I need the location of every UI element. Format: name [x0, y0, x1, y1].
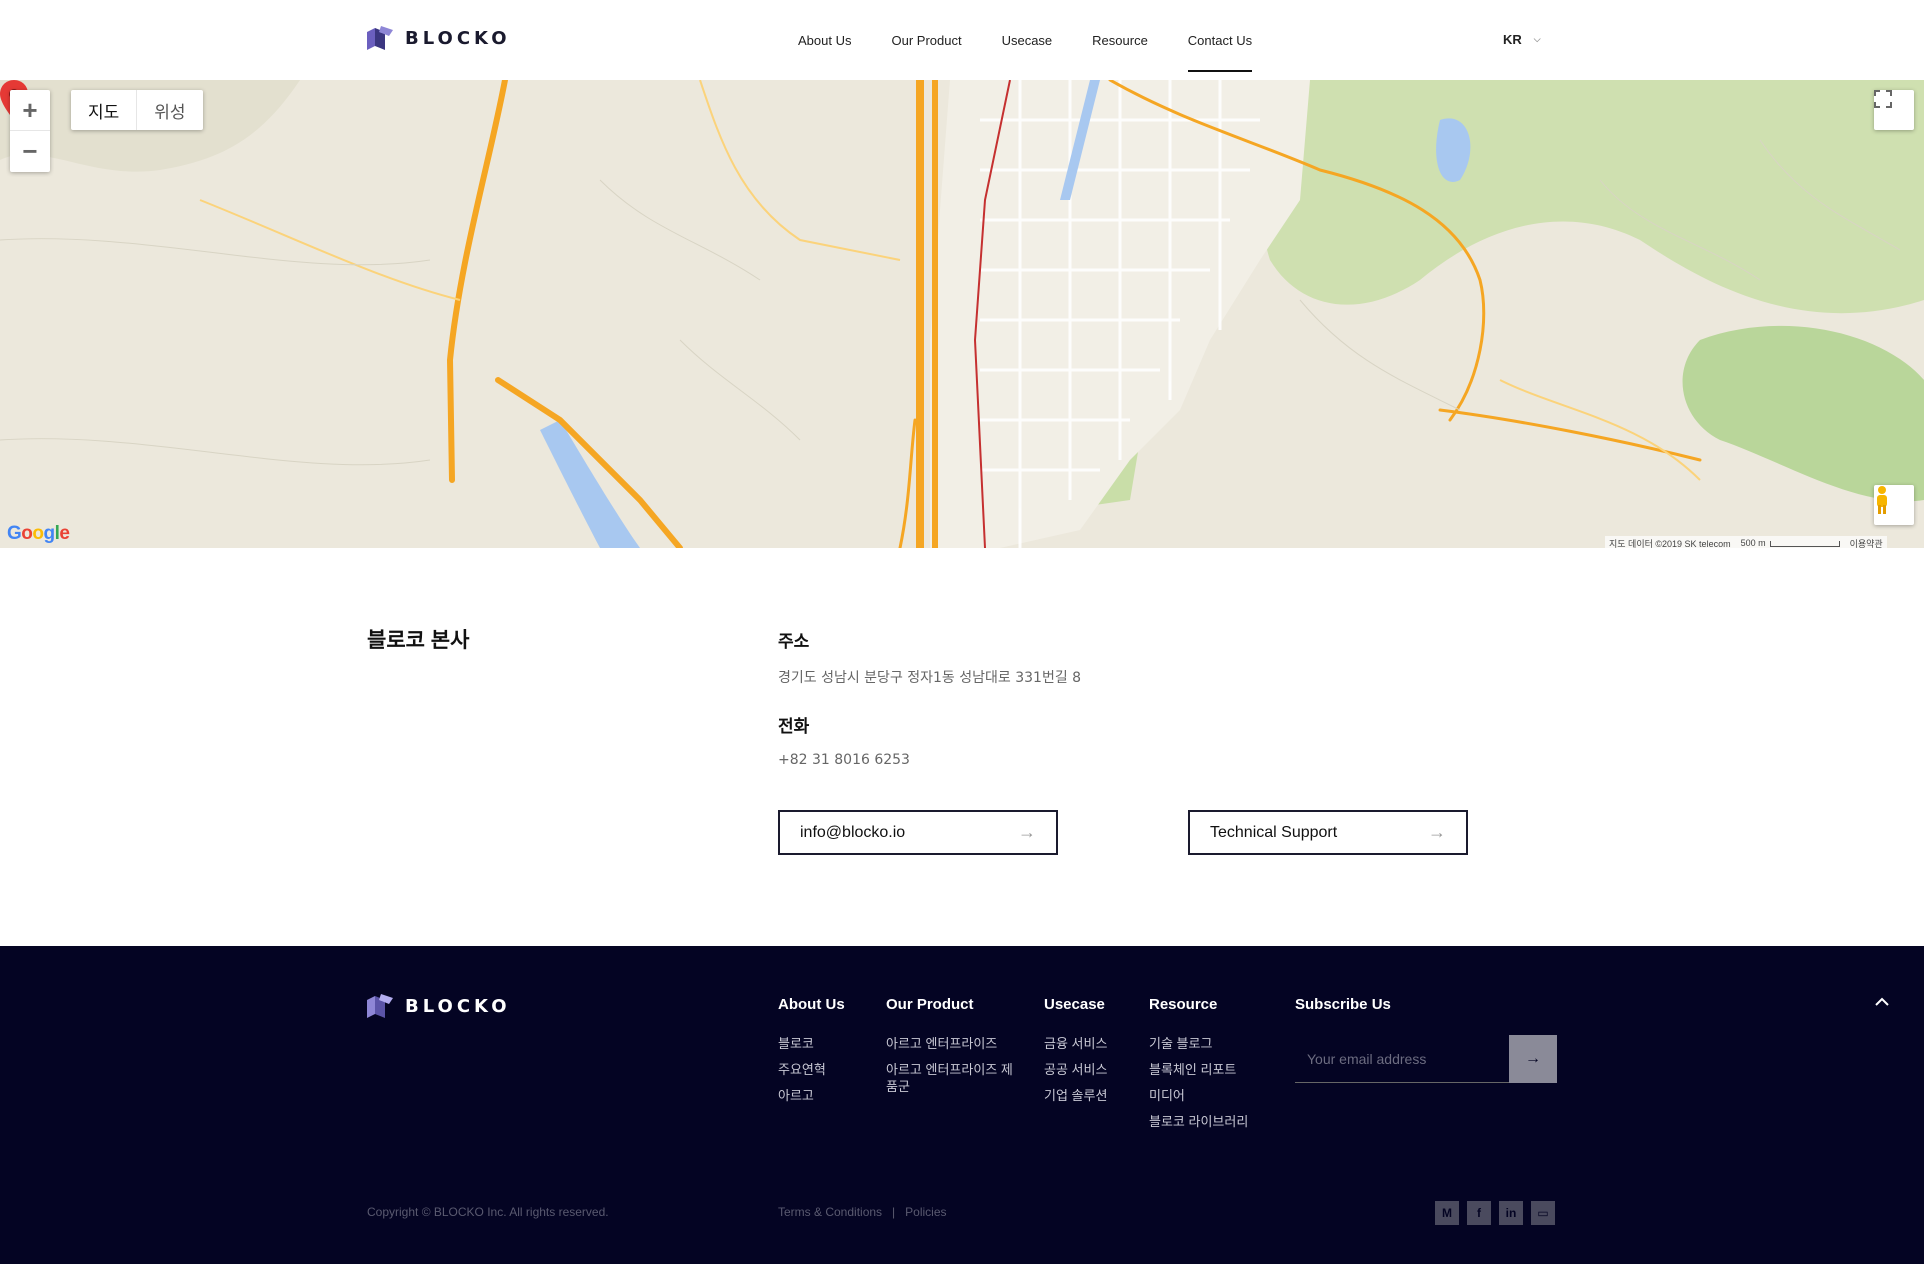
zoom-control: + − [10, 90, 50, 172]
blocko-logo-icon [367, 26, 393, 50]
map-type-map-button[interactable]: 지도 [71, 90, 136, 130]
arrow-right-icon: → [1525, 1050, 1541, 1067]
footer-link[interactable]: 블록체인 리포트 [1149, 1061, 1248, 1078]
map-scale: 500 m [1741, 538, 1840, 548]
terms-link[interactable]: Terms & Conditions [778, 1205, 882, 1219]
subscribe-title: Subscribe Us [1295, 996, 1391, 1013]
footer-col-resource: Resource 기술 블로그 블록체인 리포트 미디어 블로코 라이브러리 [1149, 996, 1248, 1139]
footer-link[interactable]: 기업 솔루션 [1044, 1087, 1107, 1104]
brand-logo[interactable]: BLOCKO [367, 26, 511, 50]
facebook-icon[interactable]: f [1467, 1201, 1491, 1225]
footer-brand-name: BLOCKO [405, 995, 511, 1017]
footer-col-title[interactable]: Usecase [1044, 996, 1107, 1013]
chevron-down-icon: ⌵ [1533, 34, 1541, 44]
phone-value: +82 31 8016 6253 [778, 752, 910, 768]
map-type-satellite-button[interactable]: 위성 [136, 90, 202, 130]
address-value: 경기도 성남시 분당구 정자1동 성남대로 331번길 8 [778, 670, 1082, 686]
main-nav: About Us Our Product Usecase Resource Co… [778, 0, 1272, 80]
subscribe-section: Subscribe Us [1295, 996, 1391, 1013]
footer-col-title[interactable]: About Us [778, 996, 845, 1013]
pegman-icon [1877, 486, 1887, 514]
site-footer: BLOCKO About Us 블로코 주요연혁 아르고 Our Product… [0, 946, 1924, 1264]
nav-usecase[interactable]: Usecase [982, 0, 1073, 80]
footer-col-title[interactable]: Resource [1149, 996, 1248, 1013]
nav-resource[interactable]: Resource [1072, 0, 1168, 80]
social-links: M f in ▭ [1435, 1201, 1555, 1225]
fullscreen-button[interactable] [1874, 90, 1914, 130]
footer-col-title[interactable]: Our Product [886, 996, 1016, 1013]
policies-link[interactable]: Policies [905, 1205, 946, 1219]
email-button-label: info@blocko.io [800, 823, 906, 841]
legal-links: Terms & Conditions | Policies [778, 1205, 947, 1219]
footer-brand-logo[interactable]: BLOCKO [367, 994, 511, 1018]
chevron-up-icon [1875, 997, 1889, 1006]
email-button[interactable]: info@blocko.io → [778, 810, 1058, 855]
address-label: 주소 [778, 632, 810, 651]
footer-link[interactable]: 공공 서비스 [1044, 1061, 1107, 1078]
fullscreen-icon [1874, 90, 1892, 108]
arrow-right-icon: → [1428, 822, 1446, 842]
map-attribution: 지도 데이터 ©2019 SK telecom 500 m 이용약관 [1605, 536, 1887, 548]
language-selector[interactable]: KR ⌵ [1503, 32, 1541, 47]
map-data-credit: 지도 데이터 ©2019 SK telecom [1609, 538, 1731, 549]
footer-link[interactable]: 기술 블로그 [1149, 1035, 1248, 1052]
blocko-logo-icon [367, 994, 393, 1018]
subscribe-submit-button[interactable]: → [1509, 1035, 1557, 1083]
footer-col-usecase: Usecase 금융 서비스 공공 서비스 기업 솔루션 [1044, 996, 1107, 1113]
technical-support-button[interactable]: Technical Support → [1188, 810, 1468, 855]
zoom-in-button[interactable]: + [10, 90, 50, 131]
hq-title: 블로코 본사 [367, 629, 470, 652]
footer-link[interactable]: 아르고 엔터프라이즈 제품군 [886, 1061, 1016, 1095]
legal-separator: | [892, 1205, 896, 1219]
map-scale-bar [1769, 540, 1840, 547]
phone-label: 전화 [778, 717, 810, 736]
linkedin-icon[interactable]: in [1499, 1201, 1523, 1225]
scroll-to-top-button[interactable] [1875, 994, 1889, 1012]
brand-name: BLOCKO [405, 27, 511, 49]
page: BLOCKO About Us Our Product Usecase Reso… [0, 0, 1924, 1264]
map-scale-label: 500 m [1740, 538, 1766, 548]
arrow-right-icon: → [1018, 822, 1036, 842]
subscribe-form: → [1295, 1035, 1557, 1083]
footer-link[interactable]: 아르고 [778, 1087, 845, 1104]
github-icon[interactable]: ▭ [1531, 1201, 1555, 1225]
language-label: KR [1503, 32, 1522, 47]
site-header: BLOCKO About Us Our Product Usecase Reso… [0, 0, 1924, 80]
street-view-button[interactable] [1874, 485, 1914, 525]
footer-link[interactable]: 미디어 [1149, 1087, 1248, 1104]
nav-our-product[interactable]: Our Product [871, 0, 981, 80]
subscribe-email-input[interactable] [1295, 1035, 1509, 1083]
zoom-out-button[interactable]: − [10, 131, 50, 172]
google-map[interactable]: + − 지도 위성 Google 지도 데이터 ©2019 SK telecom… [0, 80, 1924, 548]
footer-link[interactable]: 금융 서비스 [1044, 1035, 1107, 1052]
copyright-text: Copyright © BLOCKO Inc. All rights reser… [367, 1205, 609, 1219]
footer-col-product: Our Product 아르고 엔터프라이즈 아르고 엔터프라이즈 제품군 [886, 996, 1016, 1104]
google-logo: Google [7, 523, 70, 544]
technical-support-label: Technical Support [1210, 823, 1338, 841]
footer-link[interactable]: 주요연혁 [778, 1061, 845, 1078]
medium-icon[interactable]: M [1435, 1201, 1459, 1225]
map-canvas [0, 80, 1924, 548]
footer-col-about: About Us 블로코 주요연혁 아르고 [778, 996, 845, 1113]
map-type-control: 지도 위성 [71, 90, 203, 130]
footer-link[interactable]: 블로코 [778, 1035, 845, 1052]
map-terms-link[interactable]: 이용약관 [1850, 537, 1883, 549]
footer-link[interactable]: 블로코 라이브러리 [1149, 1113, 1248, 1130]
nav-about-us[interactable]: About Us [778, 0, 871, 80]
footer-link[interactable]: 아르고 엔터프라이즈 [886, 1035, 1016, 1052]
nav-contact-us[interactable]: Contact Us [1168, 0, 1272, 80]
